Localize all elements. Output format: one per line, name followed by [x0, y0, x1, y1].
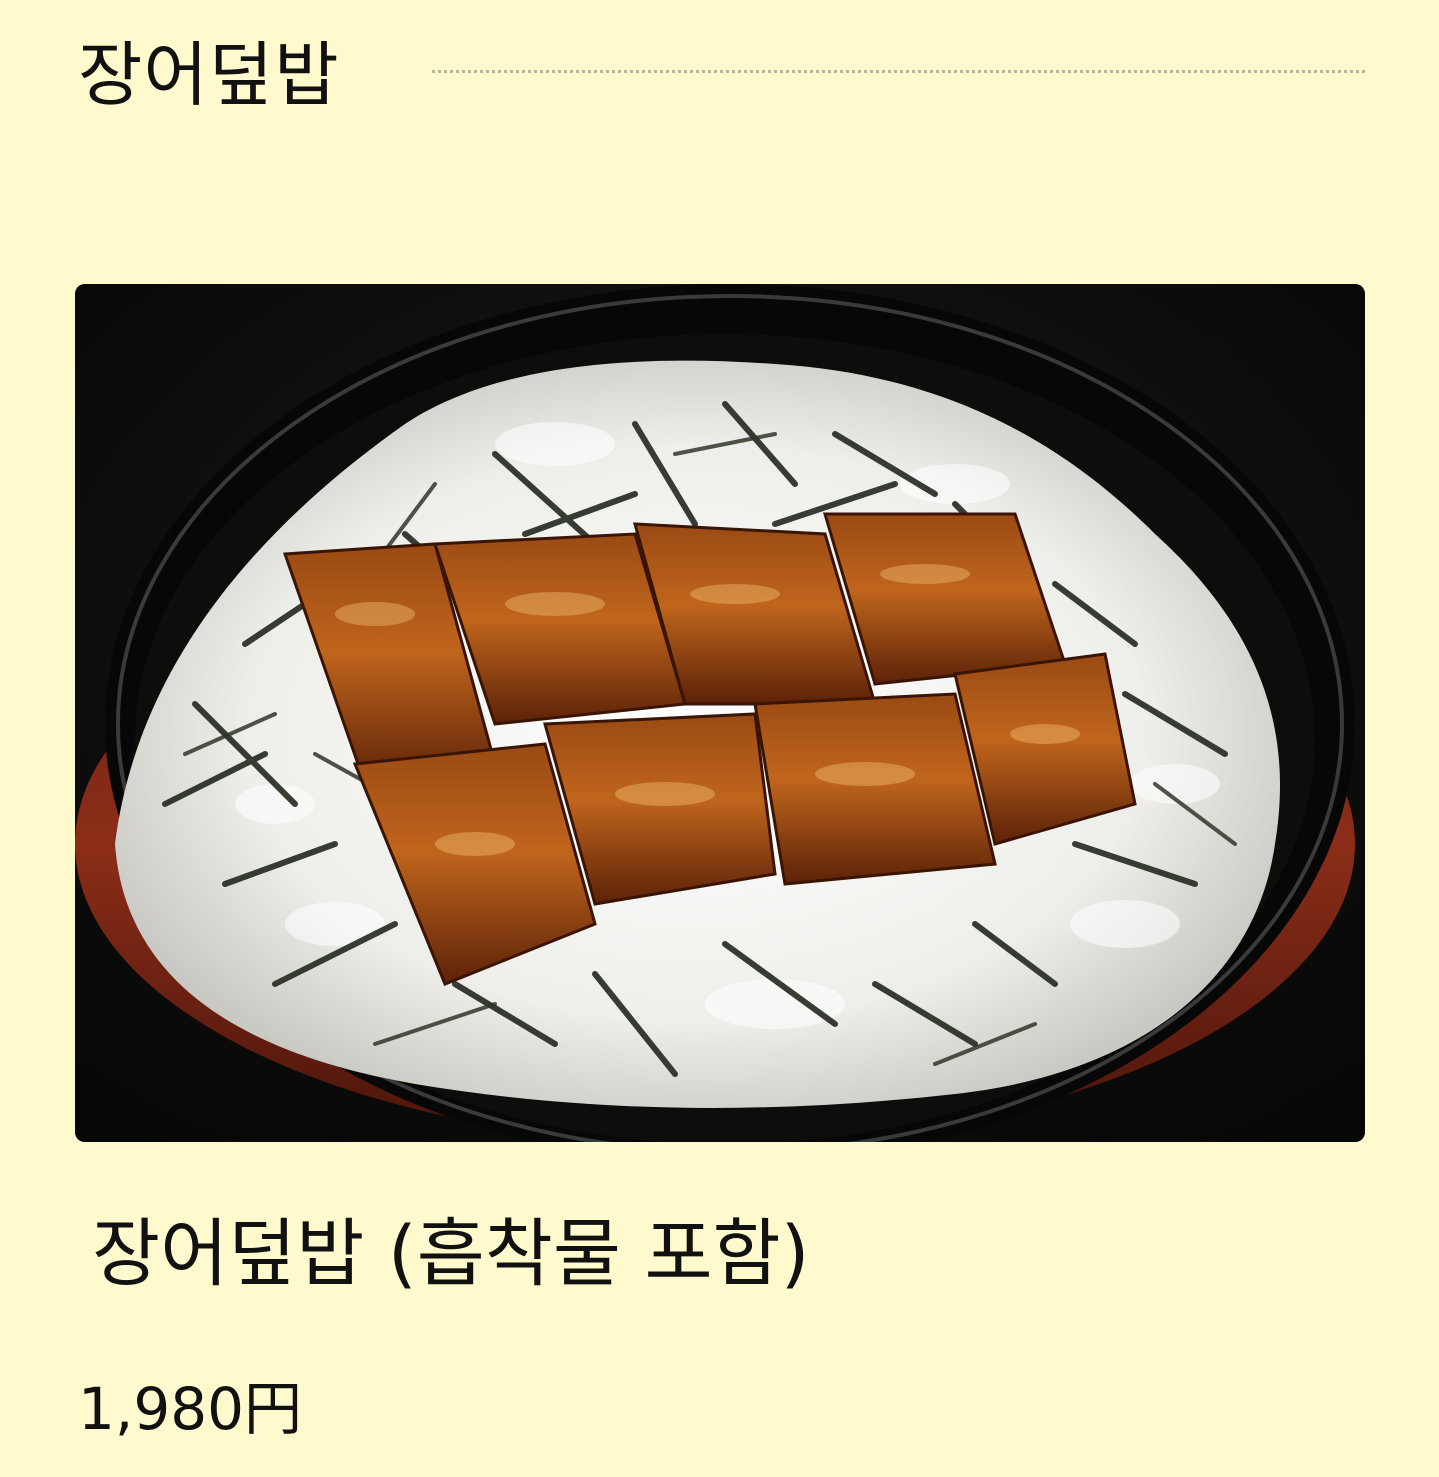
menu-item-name: 장어덮밥 (흡착물 포함) — [92, 1211, 810, 1297]
menu-item-price: 1,980円 — [78, 1375, 303, 1443]
section-title: 장어덮밥 — [78, 34, 340, 116]
unagi-don-illustration — [75, 284, 1365, 1142]
section-header: 장어덮밥 — [78, 30, 1365, 120]
section-divider — [432, 70, 1365, 73]
menu-item-card[interactable]: 장어덮밥 (흡착물 포함) 1,980円 — [75, 284, 1365, 1443]
unagi-don-photo[interactable] — [75, 284, 1365, 1142]
